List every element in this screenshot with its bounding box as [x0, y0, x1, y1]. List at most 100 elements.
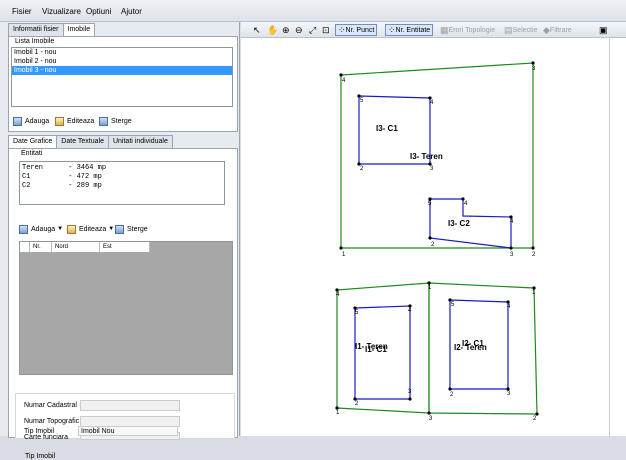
- add-icon: [13, 116, 22, 126]
- svg-text:2: 2: [431, 242, 435, 248]
- carte-funciara-label: Carte funciara: [24, 434, 68, 441]
- zoom-window-icon[interactable]: ⊡: [322, 24, 330, 36]
- imobile-list[interactable]: Imobil 1 - nou Imobil 2 - nou Imobil 3 -…: [11, 47, 233, 107]
- vertex-numbers: 4 3 2 1 5 4 3 2 5 4 4 3 2 4 1 3 1 5 4 3 2 1 2 5 4 3 2: [336, 66, 537, 422]
- filtrare-button[interactable]: ◆ Filtrare: [543, 24, 572, 36]
- edit-button[interactable]: Editeaza: [55, 115, 94, 127]
- menu-bar: Fisier Vizualizare Optiuni Ajutor: [0, 0, 626, 22]
- menu-optiuni[interactable]: Optiuni: [86, 7, 111, 16]
- label-i3-c2: I3- C2: [448, 219, 470, 228]
- nr-punct-label: Nr. Punct: [345, 26, 375, 34]
- svg-text:4: 4: [464, 201, 468, 207]
- layout-icon[interactable]: ▣: [599, 24, 608, 36]
- delete-point-label: Sterge: [127, 225, 148, 233]
- svg-text:3: 3: [408, 389, 412, 395]
- nr-punct-button[interactable]: ⁘ Nr. Punct: [335, 24, 378, 36]
- add-point-button[interactable]: Adauga ▼: [19, 223, 63, 235]
- svg-text:1: 1: [428, 285, 432, 291]
- nr-entitate-button[interactable]: ⁘ Nr. Entitate: [385, 24, 434, 36]
- lista-imobile-group: Lista Imobile Imobil 1 - nou Imobil 2 - …: [11, 38, 235, 107]
- entitati-list[interactable]: Teren - 3464 mp C1 - 472 mp C2 - 289 mp: [19, 161, 225, 205]
- add-point-label: Adauga: [31, 225, 56, 233]
- edit-icon: [67, 224, 76, 234]
- erori-topologie-button[interactable]: ▦ Erori Topologie: [440, 24, 495, 36]
- left-tabs: Informatii fisier Imobile: [8, 23, 96, 37]
- add-button[interactable]: Adauga: [13, 115, 49, 127]
- svg-text:4: 4: [336, 292, 340, 298]
- menu-ajutor[interactable]: Ajutor: [121, 7, 142, 16]
- edit-point-button[interactable]: Editeaza ▼: [67, 223, 114, 235]
- svg-text:4: 4: [342, 78, 346, 84]
- imobile-panel: Lista Imobile Imobil 1 - nou Imobil 2 - …: [8, 36, 238, 132]
- tab-unitati-individuale[interactable]: Unitati individuale: [107, 135, 173, 148]
- list-item[interactable]: Imobil 2 - nou: [12, 57, 232, 66]
- pointer-tool-icon[interactable]: ↖: [253, 24, 261, 36]
- svg-text:2: 2: [450, 392, 454, 398]
- tab-informatii-fisier[interactable]: Informatii fisier: [8, 23, 64, 36]
- delete-icon: [99, 116, 108, 126]
- i3-c2-polygon[interactable]: [429, 198, 512, 249]
- svg-text:1: 1: [342, 252, 346, 258]
- add-label: Adauga: [25, 117, 50, 125]
- delete-icon: [115, 224, 124, 234]
- menu-vizualizare[interactable]: Vizualizare: [42, 7, 81, 16]
- svg-text:2: 2: [533, 416, 537, 422]
- svg-text:3: 3: [429, 416, 433, 422]
- numar-cadastral-field[interactable]: [80, 400, 180, 411]
- svg-text:4: 4: [507, 304, 511, 310]
- grid-header: Nr. Nord Est: [20, 242, 150, 253]
- entity-number-icon: ⁘: [388, 25, 396, 35]
- dropdown-arrow-icon: ▼: [108, 226, 115, 232]
- coordinates-grid[interactable]: Nr. Nord Est: [19, 241, 233, 375]
- list-item[interactable]: Imobil 1 - nou: [12, 48, 232, 57]
- entity-line[interactable]: C2 - 289 mp: [22, 182, 222, 191]
- lista-imobile-title: Lista Imobile: [13, 38, 57, 45]
- svg-text:3: 3: [532, 66, 536, 72]
- entity-line[interactable]: C1 - 472 mp: [22, 173, 222, 182]
- drawing-canvas[interactable]: 4 3 2 1 5 4 3 2 5 4 4 3 2 4 1 3 1 5 4 3 2 1 2 5 4 3 2 I3- C1…: [241, 38, 626, 436]
- selectie-button[interactable]: ▤ Selectie: [504, 24, 537, 36]
- delete-button[interactable]: Sterge: [99, 115, 132, 127]
- svg-text:5: 5: [360, 98, 364, 104]
- detail-tabs: Date Grafice Date Textuale Unitati indiv…: [8, 135, 173, 149]
- canvas-right-divider: [609, 38, 610, 436]
- tip-imobil-label: Tip Imobil: [25, 453, 56, 460]
- edit-label: Editeaza: [67, 117, 95, 125]
- pan-hand-icon[interactable]: ✋: [267, 24, 278, 36]
- svg-text:2: 2: [532, 252, 536, 258]
- tip-imobil-field[interactable]: Imobil Nou: [78, 426, 178, 436]
- dropdown-arrow-icon: ▼: [57, 226, 64, 232]
- grid-header-corner: [20, 242, 30, 252]
- svg-text:4: 4: [510, 219, 514, 225]
- filter-icon: ◆: [543, 25, 550, 35]
- label-i1-c1: I1- C1: [365, 345, 387, 354]
- map-toolbar: ↖ ✋ ⊕ ⊖ ⤢ ⊡ ⁘ Nr. Punct ⁘ Nr. Entitate ▦ Er…: [241, 22, 626, 38]
- zoom-extents-icon[interactable]: ⤢: [309, 24, 316, 36]
- grid-header-nord[interactable]: Nord: [52, 242, 100, 252]
- tab-date-grafice[interactable]: Date Grafice: [8, 135, 58, 149]
- grid-header-est[interactable]: Est: [100, 242, 150, 252]
- svg-text:4: 4: [430, 100, 434, 106]
- zoom-in-icon[interactable]: ⊕: [282, 24, 290, 36]
- svg-text:1: 1: [532, 290, 536, 296]
- svg-text:5: 5: [428, 201, 432, 207]
- filtrare-label: Filtrare: [549, 26, 572, 34]
- entity-line[interactable]: Teren - 3464 mp: [22, 164, 222, 173]
- list-item[interactable]: Imobil 3 - nou: [12, 66, 232, 75]
- entity-labels: I3- C1 I3- Teren I3- C2 I1- Teren I1- C1…: [355, 124, 487, 354]
- grid-header-nr[interactable]: Nr.: [30, 242, 52, 252]
- svg-text:2: 2: [355, 401, 359, 407]
- tab-date-textuale[interactable]: Date Textuale: [56, 135, 109, 148]
- tab-imobile[interactable]: Imobile: [62, 23, 96, 37]
- edit-icon: [55, 116, 64, 126]
- menu-fisier[interactable]: Fisier: [12, 7, 32, 16]
- svg-text:5: 5: [451, 302, 455, 308]
- svg-text:5: 5: [355, 310, 359, 316]
- delete-point-button[interactable]: Sterge: [115, 223, 148, 235]
- label-i2-teren: I2- Teren: [454, 343, 487, 352]
- topology-error-icon: ▦: [440, 25, 449, 35]
- selection-icon: ▤: [504, 25, 513, 35]
- edit-point-label: Editeaza: [79, 225, 107, 233]
- zoom-out-icon[interactable]: ⊖: [295, 24, 303, 36]
- svg-text:4: 4: [408, 308, 412, 314]
